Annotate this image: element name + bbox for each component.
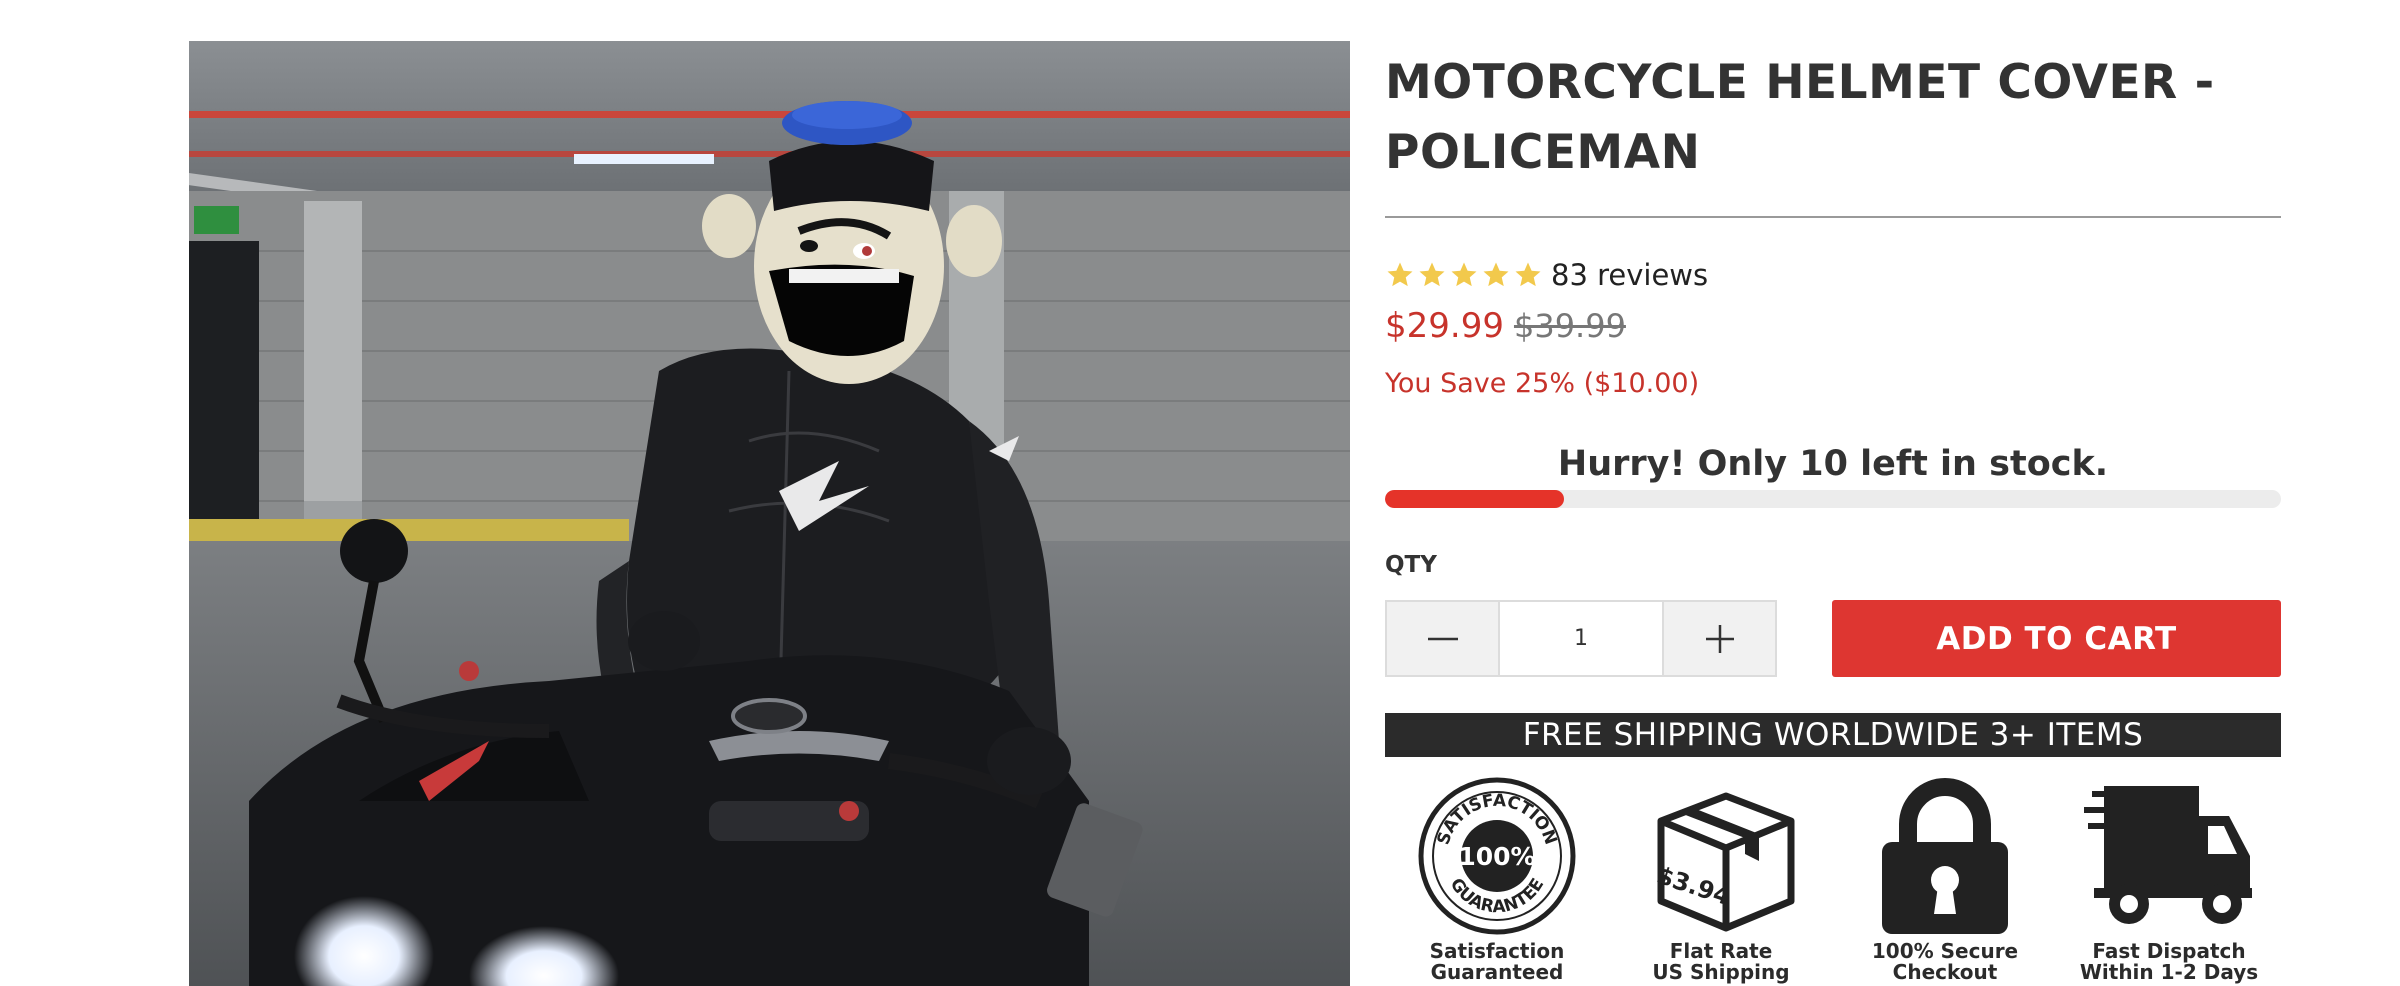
product-image[interactable] xyxy=(189,41,1350,986)
qty-label: QTY xyxy=(1385,552,1437,578)
star-icon xyxy=(1419,262,1445,287)
trust-badge-flat-rate: $3.94 Flat Rate US Shipping xyxy=(1621,775,1821,986)
padlock-icon xyxy=(1882,778,2008,934)
stock-message: Hurry! Only 10 left in stock. xyxy=(1557,444,2109,484)
trust-badge-secure-checkout: 100% Secure Checkout xyxy=(1845,775,2045,986)
star-icon xyxy=(1483,262,1509,287)
free-shipping-banner: FREE SHIPPING WORLDWIDE 3+ ITEMS xyxy=(1385,713,2281,757)
trust-badges: SATISFACTION GUARANTEE 100% Satisfaction… xyxy=(1385,775,2281,986)
decrease-qty-button[interactable] xyxy=(1387,602,1500,675)
stock-progress-bar xyxy=(1385,490,2281,508)
trust-badge-satisfaction: SATISFACTION GUARANTEE 100% Satisfaction… xyxy=(1397,775,1597,986)
svg-text:100%: 100% xyxy=(1458,842,1535,871)
delivery-truck-icon xyxy=(2084,786,2252,924)
minus-icon xyxy=(1427,637,1458,640)
increase-qty-button[interactable] xyxy=(1662,602,1775,675)
quantity-stepper xyxy=(1385,600,1777,677)
add-to-cart-button[interactable]: ADD TO CART xyxy=(1832,600,2281,677)
badge-caption: Fast Dispatch Within 1-2 Days xyxy=(2079,939,2259,984)
product-info-panel: MOTORCYCLE HELMET COVER - POLICEMAN 83 r… xyxy=(1385,0,2281,986)
satisfaction-seal-icon: SATISFACTION GUARANTEE 100% xyxy=(1418,777,1576,935)
reviews-link[interactable]: 83 reviews xyxy=(1551,258,1708,292)
product-photo-illustration xyxy=(189,41,1350,986)
shipping-box-icon: $3.94 xyxy=(1653,792,1795,932)
badge-caption: Flat Rate US Shipping xyxy=(1652,939,1790,984)
price-block: $29.99 $39.99 xyxy=(1385,306,1626,350)
title-divider xyxy=(1385,216,2281,218)
sale-price: $29.99 xyxy=(1385,306,1504,346)
badge-caption: 100% Secure Checkout xyxy=(1871,939,2019,984)
star-icon xyxy=(1451,262,1477,287)
stock-progress-fill xyxy=(1385,490,1565,508)
plus-icon xyxy=(1705,624,1734,653)
trust-badge-fast-dispatch: Fast Dispatch Within 1-2 Days xyxy=(2069,775,2269,986)
star-icon xyxy=(1515,262,1541,287)
product-rating[interactable]: 83 reviews xyxy=(1385,255,1708,295)
star-rating xyxy=(1385,260,1543,290)
star-icon xyxy=(1387,262,1413,287)
badge-caption: Satisfaction Guaranteed xyxy=(1429,939,1565,984)
original-price: $39.99 xyxy=(1513,307,1626,345)
savings-text: You Save 25% ($10.00) xyxy=(1385,368,1700,399)
product-title: MOTORCYCLE HELMET COVER - POLICEMAN xyxy=(1385,55,2215,180)
quantity-input[interactable] xyxy=(1500,602,1662,675)
